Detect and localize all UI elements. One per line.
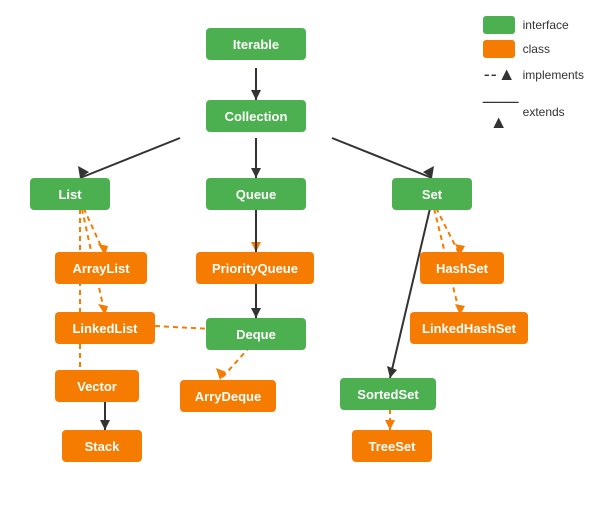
node-iterable: Iterable: [206, 28, 306, 60]
node-sortedset: SortedSet: [340, 378, 436, 410]
node-linkedlist: LinkedList: [55, 312, 155, 344]
node-deque: Deque: [206, 318, 306, 350]
node-hashset: HashSet: [420, 252, 504, 284]
legend-extends-arrow: ——▲: [483, 91, 515, 133]
legend-interface: interface: [483, 16, 584, 34]
node-arrydeque: ArryDeque: [180, 380, 276, 412]
legend-interface-label: interface: [523, 18, 569, 32]
legend-extends: ——▲ extends: [483, 91, 584, 133]
legend-class-box: [483, 40, 515, 58]
legend-implements-label: implements: [523, 68, 584, 82]
node-vector: Vector: [55, 370, 139, 402]
legend-extends-label: extends: [523, 105, 565, 119]
node-priorityqueue: PriorityQueue: [196, 252, 314, 284]
node-arraylist: ArrayList: [55, 252, 147, 284]
legend-class: class: [483, 40, 584, 58]
node-collection: Collection: [206, 100, 306, 132]
node-queue: Queue: [206, 178, 306, 210]
legend-interface-box: [483, 16, 515, 34]
legend-implements: - - ▲ implements: [483, 64, 584, 85]
legend-class-label: class: [523, 42, 550, 56]
node-set: Set: [392, 178, 472, 210]
node-stack: Stack: [62, 430, 142, 462]
legend: interface class - - ▲ implements ——▲ ext…: [483, 16, 584, 133]
legend-implements-arrow: - - ▲: [483, 64, 515, 85]
diagram-container: Iterable Collection List Queue Set Array…: [0, 0, 600, 522]
node-list: List: [30, 178, 110, 210]
node-linkedhashset: LinkedHashSet: [410, 312, 528, 344]
node-treeset: TreeSet: [352, 430, 432, 462]
